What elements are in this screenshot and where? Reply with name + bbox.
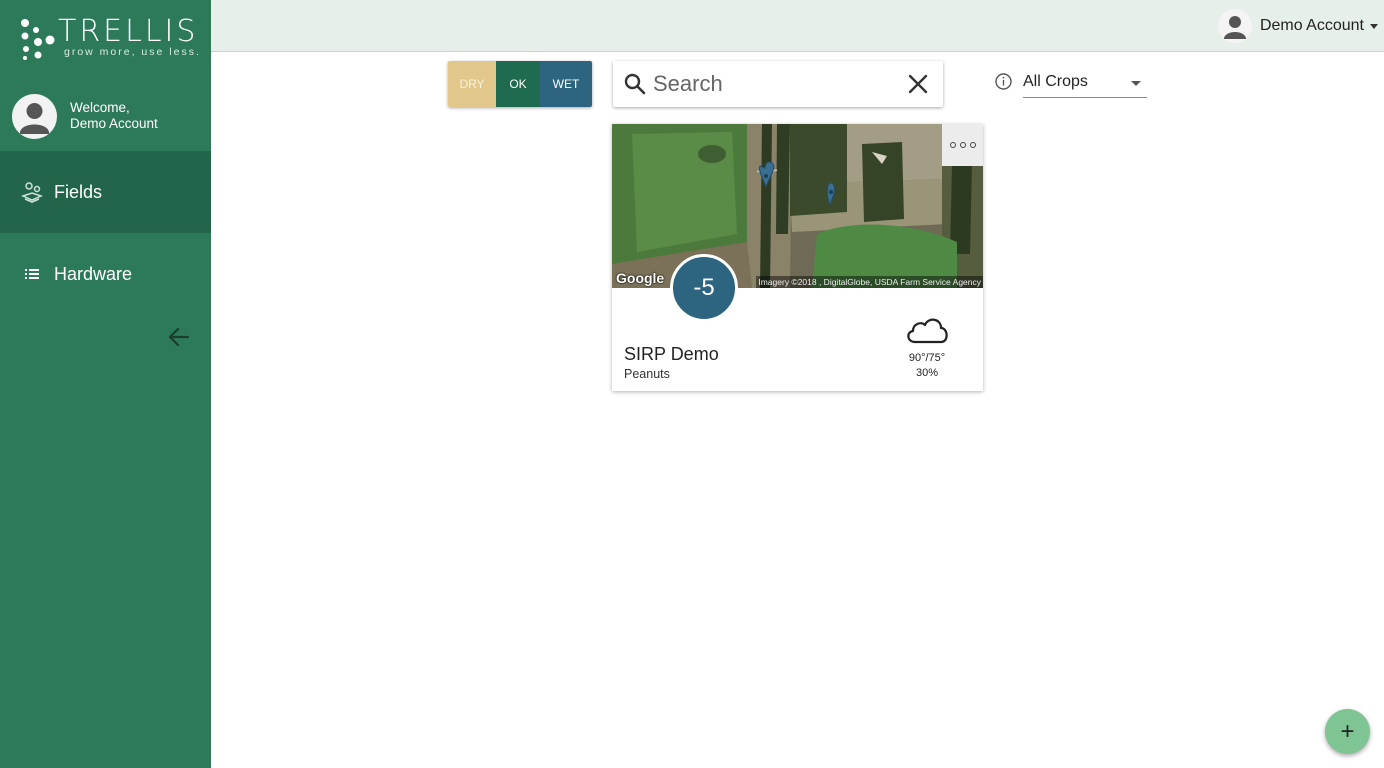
logo-title: TRELLIS	[58, 14, 199, 49]
crop-filter-value: All Crops	[1023, 73, 1088, 90]
welcome-block: Welcome, Demo Account	[12, 94, 207, 140]
google-logo: Google	[616, 270, 665, 286]
search-input[interactable]	[653, 69, 893, 99]
info-icon[interactable]	[994, 72, 1013, 91]
account-name: Demo Account	[1259, 17, 1364, 34]
weather-forecast: 90°/75° 30%	[892, 312, 962, 384]
sidebar-item-label: Hardware	[54, 263, 133, 284]
avatar	[12, 94, 57, 139]
search-box	[613, 61, 943, 107]
more-dot-icon	[959, 142, 966, 148]
toggle-wet-button[interactable]: WET	[540, 61, 592, 107]
more-dot-icon	[949, 142, 956, 148]
more-dot-icon	[969, 142, 976, 148]
sidebar-item-label: Fields	[54, 181, 103, 202]
more-options-button[interactable]	[942, 124, 983, 166]
welcome-greeting: Welcome,	[70, 100, 130, 115]
weather-temps: 90°/75°	[908, 352, 946, 364]
top-bar: Demo Account	[211, 0, 1384, 52]
dropdown-caret-icon	[1131, 81, 1141, 86]
chevron-down-icon	[1370, 23, 1378, 29]
toggle-dry-button[interactable]: DRY	[448, 61, 496, 107]
close-icon[interactable]	[907, 73, 929, 95]
person-icon	[20, 103, 49, 134]
logo-tagline: grow more, use less.	[64, 46, 201, 58]
sidebar-item-fields[interactable]: Fields	[0, 151, 211, 233]
add-field-button[interactable]: +	[1325, 709, 1370, 754]
moisture-status-toggle: DRY OK WET	[448, 61, 592, 107]
list-icon	[25, 269, 39, 279]
map-attribution: Imagery ©2018 , DigitalGlobe, USDA Farm …	[756, 276, 983, 288]
weather-rain-chance: 30%	[915, 367, 939, 379]
welcome-account-name: Demo Account	[70, 116, 158, 131]
arrow-left-icon[interactable]	[166, 324, 192, 350]
field-card[interactable]: Google Imagery ©2018 , DigitalGlobe, USD…	[612, 124, 983, 391]
sidebar: TRELLIS grow more, use less. Welcome, De…	[0, 0, 211, 768]
person-icon	[1223, 16, 1246, 39]
cloud-icon	[907, 318, 948, 344]
satellite-image	[612, 124, 983, 288]
trellis-logo[interactable]: TRELLIS grow more, use less.	[18, 14, 201, 64]
account-menu[interactable]: Demo Account	[1217, 8, 1378, 44]
sidebar-item-hardware[interactable]: Hardware	[0, 233, 211, 315]
search-icon	[624, 73, 646, 95]
moisture-score-badge: -5	[670, 254, 738, 322]
welcome-text: Welcome, Demo Account	[70, 100, 158, 132]
account-avatar	[1217, 9, 1252, 43]
crop-filter-select[interactable]: All Crops	[1023, 70, 1147, 98]
field-name: SIRP Demo	[624, 344, 719, 364]
fields-map-icon	[20, 182, 44, 203]
toggle-ok-button[interactable]: OK	[496, 61, 540, 107]
field-satellite-map[interactable]: Google Imagery ©2018 , DigitalGlobe, USD…	[612, 124, 983, 288]
field-crop: Peanuts	[624, 367, 670, 381]
logo-dots-icon	[21, 19, 55, 60]
